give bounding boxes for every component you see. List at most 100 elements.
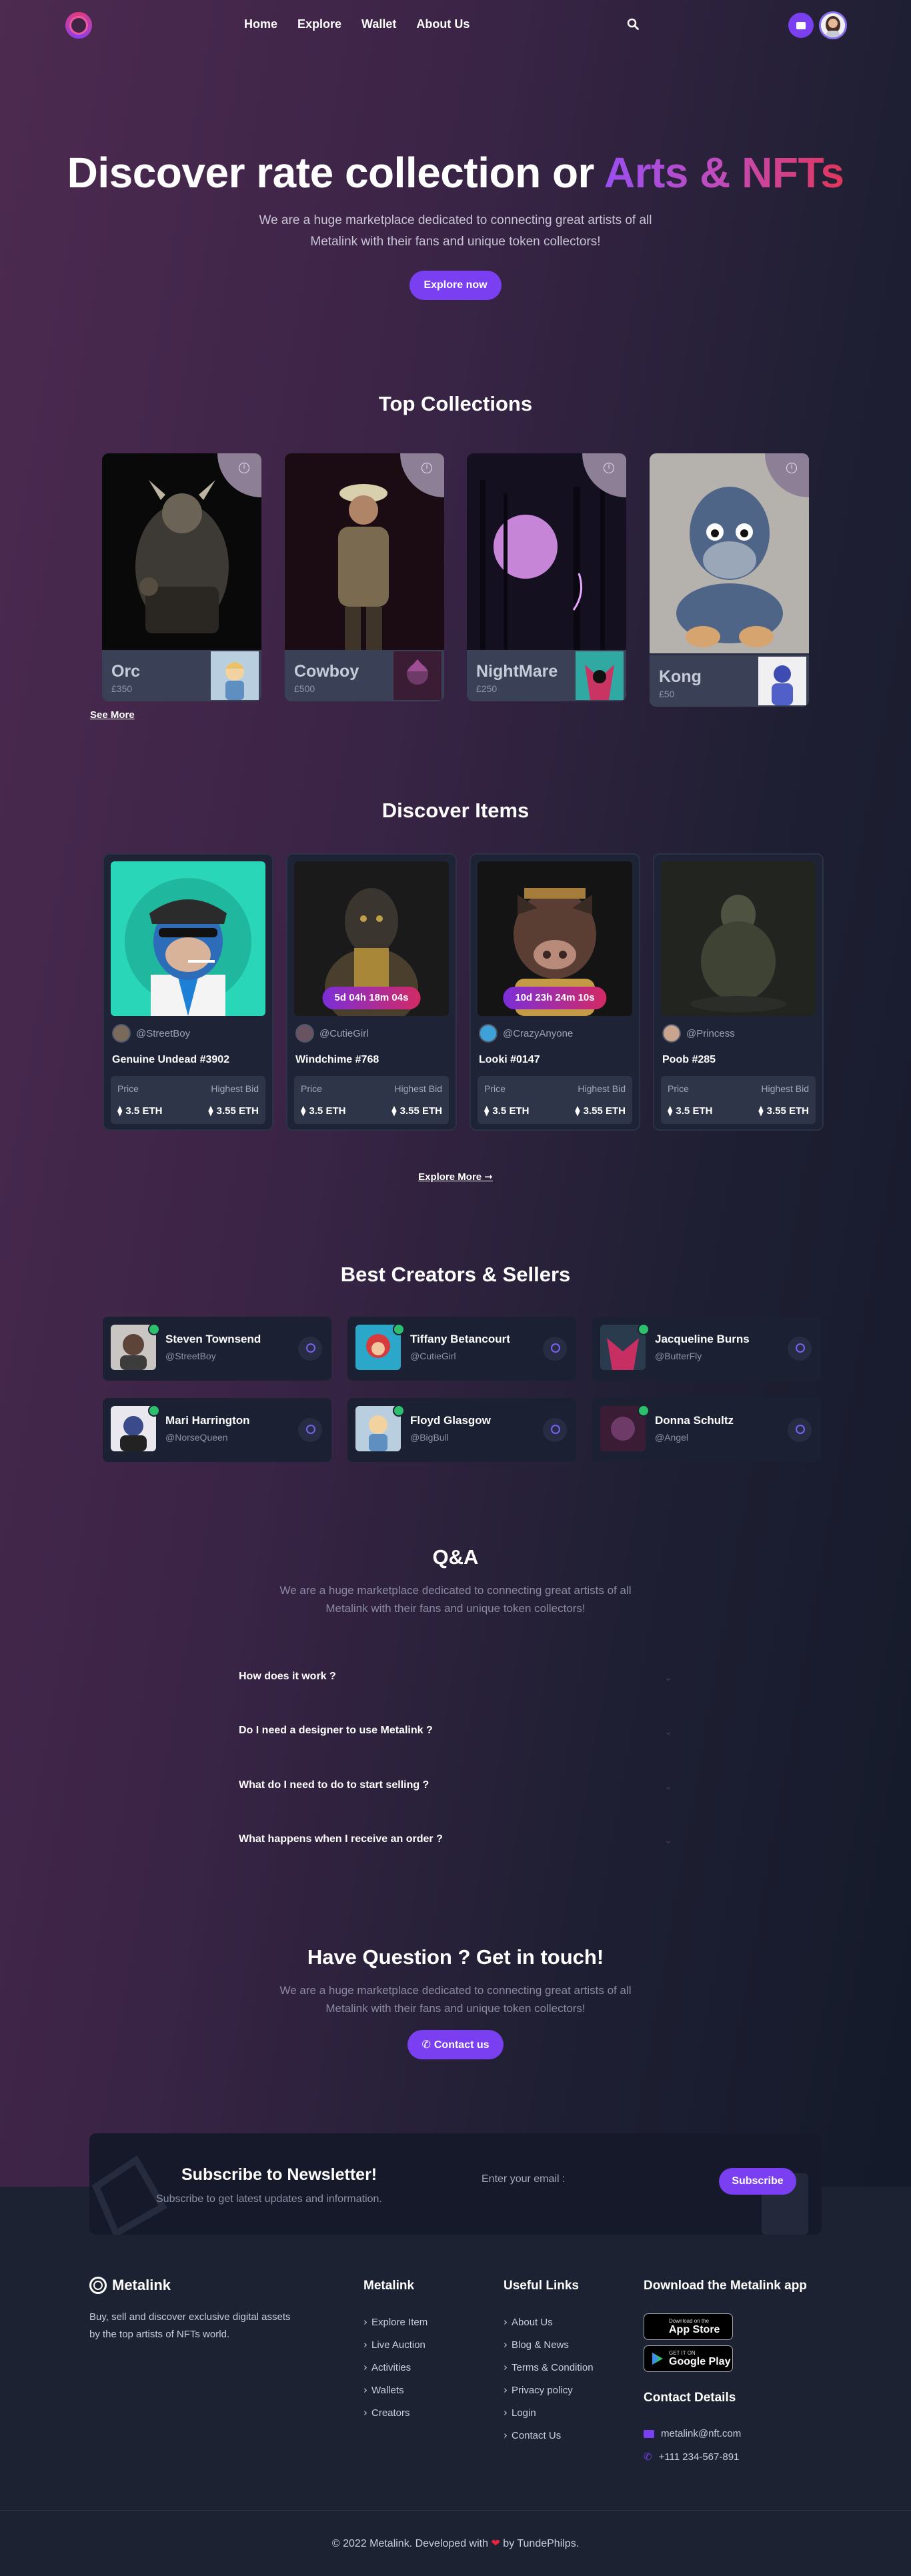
google-play-button[interactable]: GET IT ON Google Play: [644, 2345, 733, 2372]
contact-details-title: Contact Details: [644, 2391, 736, 2405]
contact-us-button[interactable]: ✆ Contact us: [407, 2030, 504, 2059]
collection-name: Kong: [659, 667, 702, 686]
footer-logo[interactable]: Metalink: [89, 2277, 171, 2294]
creator-name: Floyd Glasgow: [410, 1414, 491, 1427]
bid-label: Highest Bid: [578, 1083, 626, 1094]
follow-icon[interactable]: [298, 1418, 322, 1442]
creator-card[interactable]: Floyd Glasgow @BigBull: [347, 1398, 576, 1462]
follow-icon[interactable]: [298, 1337, 322, 1361]
qa-subtitle: We are a huge marketplace dedicated to c…: [279, 1584, 632, 1615]
qa-title: Q&A: [432, 1545, 479, 1569]
copyright: © 2022 Metalink. Developed with ❤ by Tun…: [331, 2537, 580, 2549]
item-owner[interactable]: @Princess: [662, 1024, 735, 1043]
hero-subtitle: We are a huge marketplace dedicated to c…: [259, 213, 652, 249]
apple-icon: [651, 2319, 664, 2334]
item-title: Genuine Undead #3902: [112, 1054, 230, 1065]
verified-icon: [638, 1323, 650, 1335]
newsletter-title: Subscribe to Newsletter!: [181, 2165, 377, 2184]
search-icon[interactable]: [627, 18, 639, 30]
creator-card[interactable]: Donna Schultz @Angel: [592, 1398, 821, 1462]
collection-card-nightmare[interactable]: NightMare £250: [467, 453, 626, 701]
creator-name: Donna Schultz: [655, 1414, 734, 1427]
see-more-link[interactable]: See More: [90, 709, 135, 721]
verified-icon: [393, 1405, 405, 1417]
footer-links: Explore Item Live Auction Activities Wal…: [363, 2316, 427, 2429]
owner-avatar: [479, 1024, 498, 1043]
follow-icon[interactable]: [788, 1418, 812, 1442]
newsletter-subtitle: Subscribe to get latest updates and info…: [156, 2193, 382, 2205]
item-card-looki[interactable]: 10d 23h 24m 10s @CrazyAnyone Looki #0147…: [470, 853, 640, 1131]
collection-price: £50: [659, 689, 675, 699]
collection-card-orc[interactable]: Orc £350: [102, 453, 261, 701]
footer-link[interactable]: Login: [504, 2407, 594, 2429]
footer-phone[interactable]: ✆ +111 234-567-891: [644, 2451, 739, 2463]
explore-now-button[interactable]: Explore now: [409, 271, 502, 300]
qa-question[interactable]: How does it work ? ⌄: [239, 1671, 672, 1683]
item-card-poob[interactable]: @Princess Poob #285 Price Highest Bid ⧫ 3…: [653, 853, 824, 1131]
item-owner[interactable]: @StreetBoy: [112, 1024, 190, 1043]
item-card-genuine-undead[interactable]: @StreetBoy Genuine Undead #3902 Price Hi…: [103, 853, 273, 1131]
footer-link[interactable]: Live Auction: [363, 2339, 427, 2361]
follow-icon[interactable]: [543, 1418, 567, 1442]
qa-question[interactable]: Do I need a designer to use Metalink ? ⌄: [239, 1725, 672, 1737]
creator-name: Mari Harrington: [165, 1414, 250, 1427]
creators-title: Best Creators & Sellers: [340, 1263, 571, 1286]
creator-card[interactable]: Jacqueline Burns @ButterFly: [592, 1317, 821, 1381]
app-store-button[interactable]: Download on the App Store: [644, 2313, 733, 2340]
item-owner[interactable]: @CrazyAnyone: [479, 1024, 573, 1043]
item-price-box: Price Highest Bid ⧫ 3.5 ETH ⧫ 3.55 ETH: [111, 1076, 265, 1124]
item-owner[interactable]: @CutieGirl: [295, 1024, 369, 1043]
footer-link[interactable]: Blog & News: [504, 2339, 594, 2361]
footer-link[interactable]: Activities: [363, 2361, 427, 2384]
footer-link[interactable]: Contact Us: [504, 2429, 594, 2452]
logo-icon: [89, 2277, 107, 2294]
collection-card-kong[interactable]: Kong £50: [650, 453, 809, 707]
email-input[interactable]: Enter your email :: [482, 2173, 565, 2185]
bid-value: ⧫ 3.55 ETH: [391, 1105, 442, 1117]
discover-items-title: Discover Items: [381, 799, 530, 822]
item-card-windchime[interactable]: 5d 04h 18m 04s @CutieGirl Windchime #768…: [286, 853, 457, 1131]
top-collections-title: Top Collections: [378, 392, 533, 415]
nav-explore[interactable]: Explore: [297, 17, 341, 31]
nav-wallet[interactable]: Wallet: [361, 17, 396, 31]
collection-price: £500: [294, 683, 315, 694]
contact-subtitle: We are a huge marketplace dedicated to c…: [279, 1984, 632, 2015]
chevron-down-icon: ⌄: [664, 1781, 672, 1791]
follow-icon[interactable]: [543, 1337, 567, 1361]
item-image: [661, 861, 816, 1016]
chevron-down-icon: ⌄: [664, 1672, 672, 1683]
verified-icon: [393, 1323, 405, 1335]
bid-label: Highest Bid: [761, 1083, 809, 1094]
footer-link[interactable]: Explore Item: [363, 2316, 427, 2339]
contact-title: Have Question ? Get in touch!: [307, 1945, 604, 1969]
user-avatar[interactable]: [819, 11, 847, 39]
nav-home[interactable]: Home: [244, 17, 277, 31]
nav-about-us[interactable]: About Us: [416, 17, 470, 31]
footer-link[interactable]: Wallets: [363, 2384, 427, 2407]
subscribe-button[interactable]: Subscribe: [719, 2168, 796, 2195]
qa-question[interactable]: What happens when I receive an order ? ⌄: [239, 1833, 672, 1845]
creator-card[interactable]: Mari Harrington @NorseQueen: [103, 1398, 331, 1462]
footer-link[interactable]: Creators: [363, 2407, 427, 2429]
wallet-icon[interactable]: [788, 13, 814, 38]
explore-more-link[interactable]: Explore More ➞: [0, 1171, 911, 1183]
creator-card[interactable]: Steven Townsend @StreetBoy: [103, 1317, 331, 1381]
creator-name: Steven Townsend: [165, 1333, 261, 1345]
price-label: Price: [668, 1083, 689, 1094]
logo-icon[interactable]: [65, 12, 92, 39]
footer-link[interactable]: Privacy policy: [504, 2384, 594, 2407]
footer-email[interactable]: metalink@nft.com: [644, 2428, 741, 2439]
collection-price: £250: [476, 683, 498, 694]
footer-link[interactable]: About Us: [504, 2316, 594, 2339]
qa-question[interactable]: What do I need to do to start selling ? ⌄: [239, 1779, 672, 1791]
footer-link[interactable]: Terms & Condition: [504, 2361, 594, 2384]
item-price-box: Price Highest Bid ⧫ 3.5 ETH ⧫ 3.55 ETH: [294, 1076, 449, 1124]
item-price-box: Price Highest Bid ⧫ 3.5 ETH ⧫ 3.55 ETH: [661, 1076, 816, 1124]
footer-col-title: Metalink: [363, 2279, 415, 2293]
collection-card-cowboy[interactable]: Cowboy £500: [285, 453, 444, 701]
price-value: ⧫ 3.5 ETH: [484, 1105, 530, 1117]
bid-value: ⧫ 3.55 ETH: [758, 1105, 809, 1117]
follow-icon[interactable]: [788, 1337, 812, 1361]
creator-card[interactable]: Tiffany Betancourt @CutieGirl: [347, 1317, 576, 1381]
footer-divider: [0, 2510, 911, 2511]
